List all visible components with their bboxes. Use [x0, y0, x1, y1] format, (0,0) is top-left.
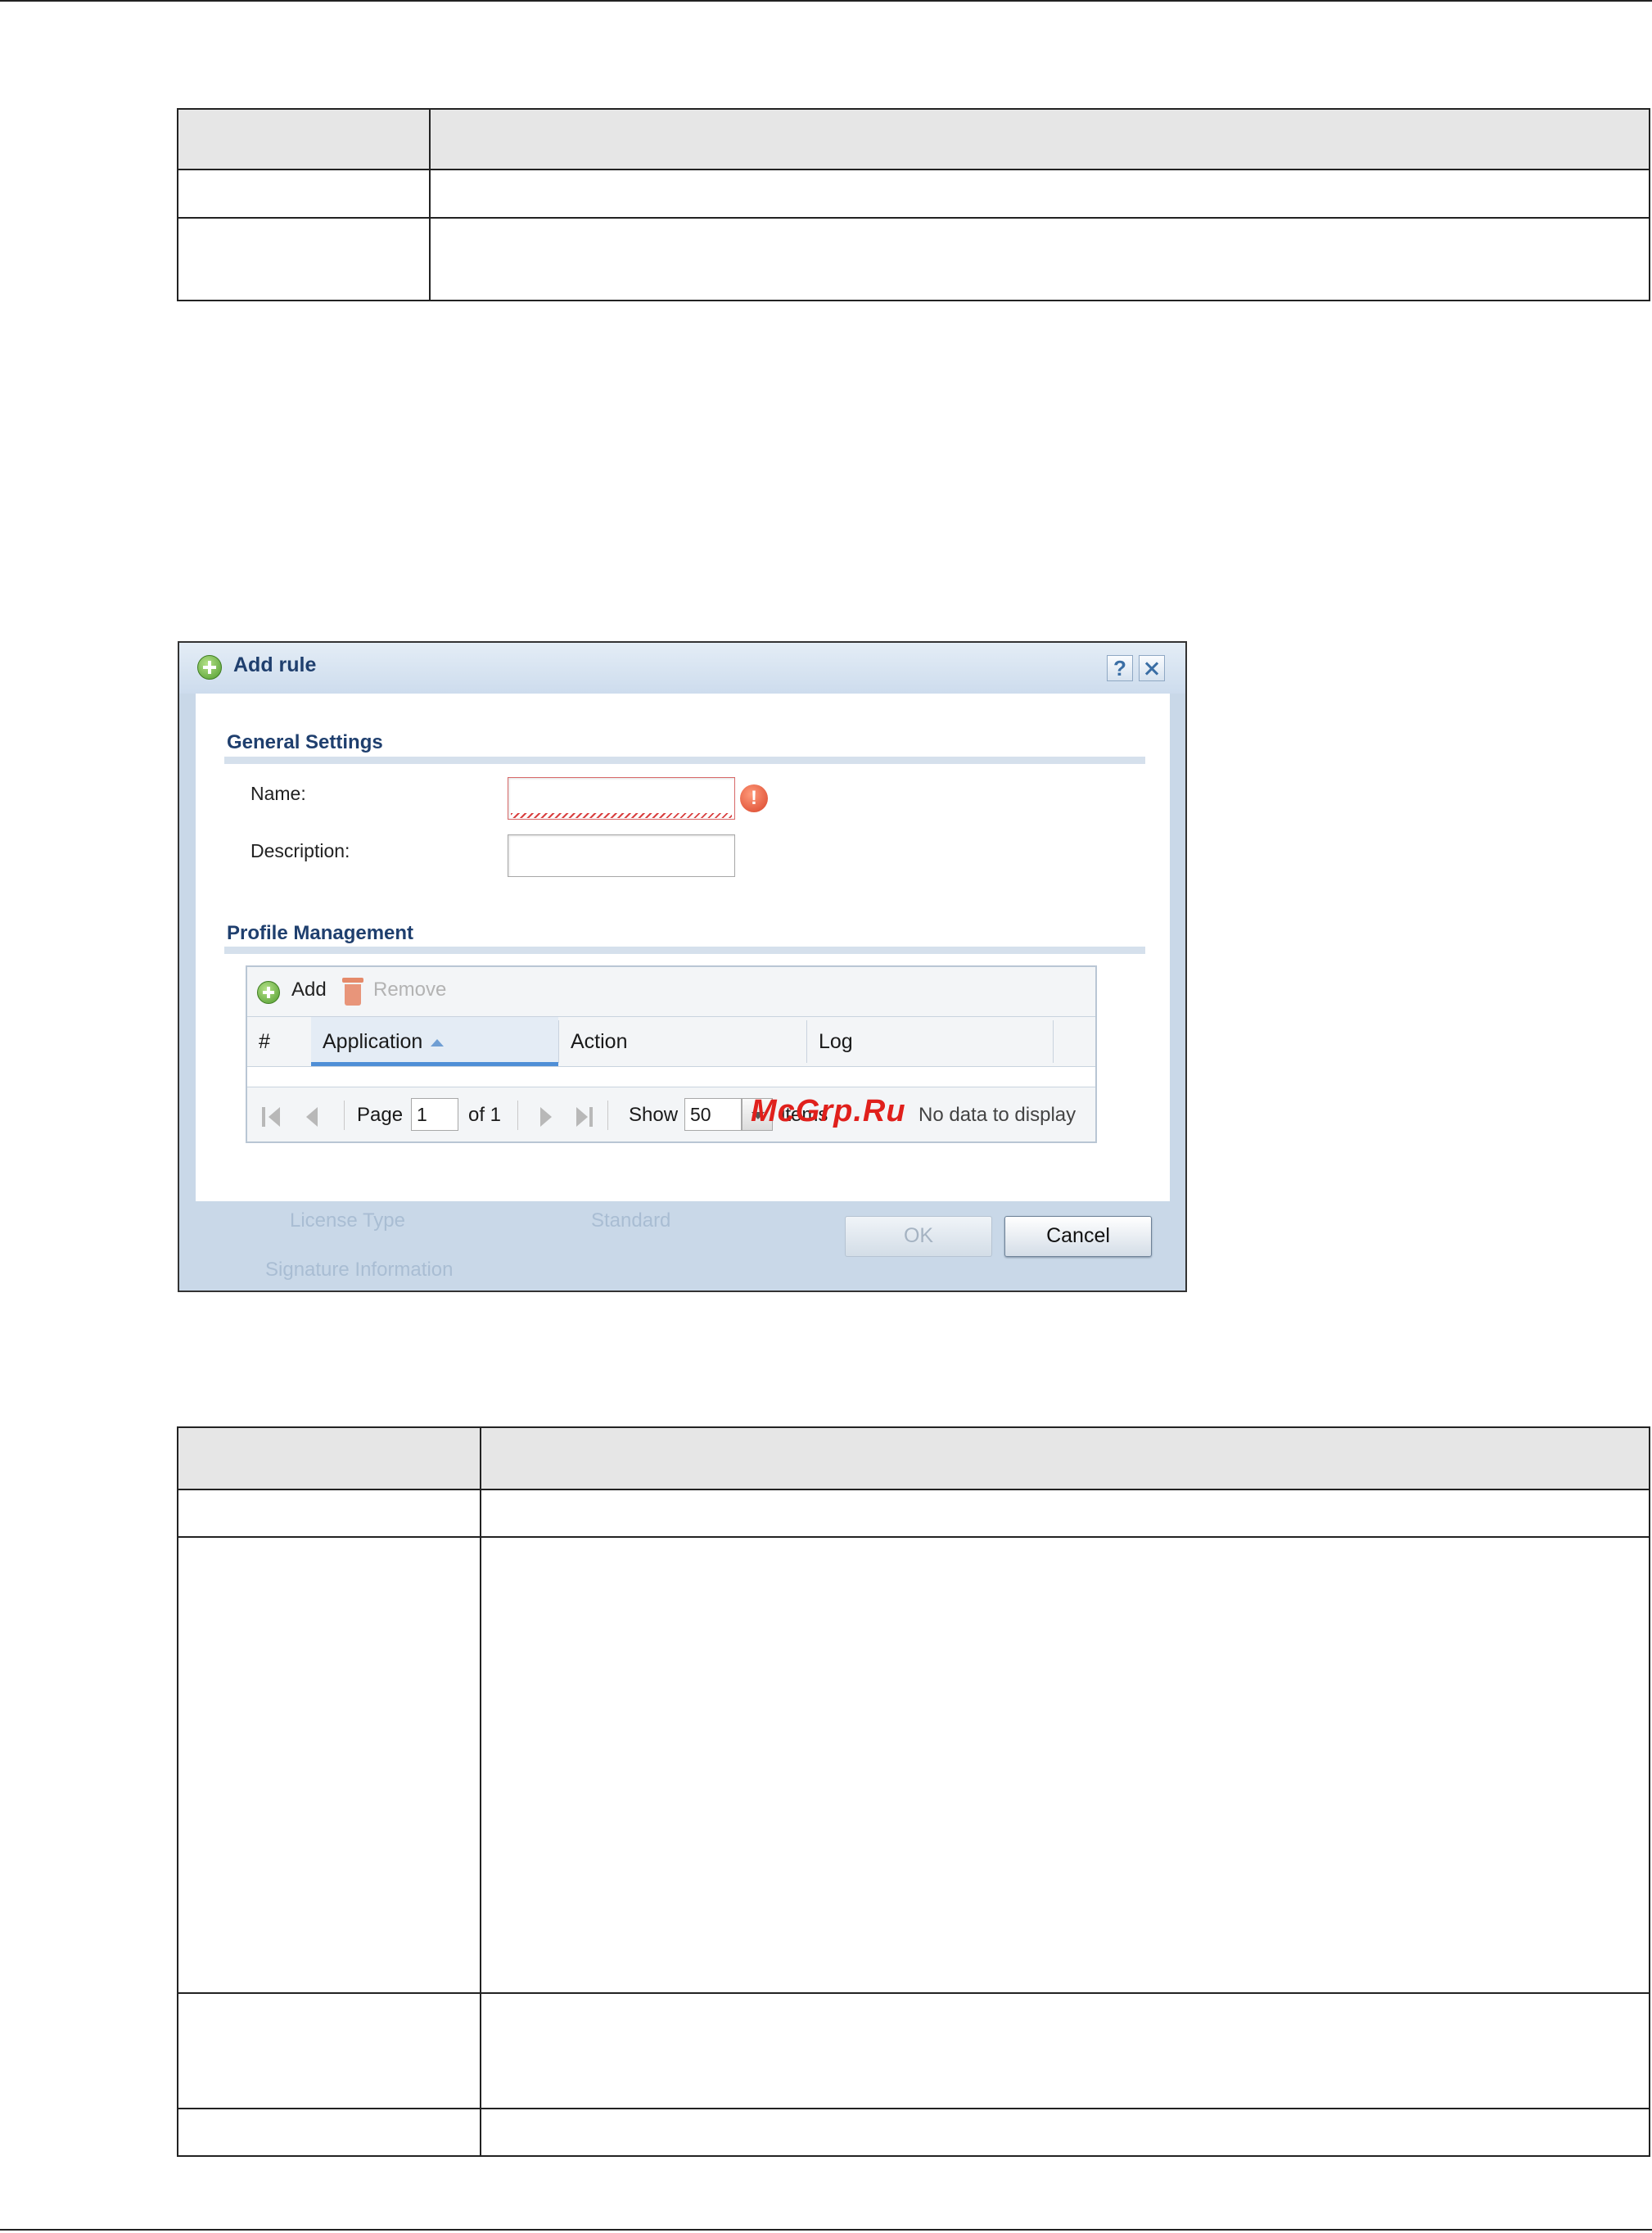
close-icon[interactable]: [1139, 655, 1165, 681]
add-icon: [197, 655, 222, 680]
page-bottom-rule: [0, 2229, 1652, 2231]
section-divider: [224, 757, 1145, 764]
watermark: McGrp.Ru: [751, 1094, 906, 1128]
section-divider: [224, 947, 1145, 954]
add-icon[interactable]: [257, 981, 280, 1004]
grid-toolbar: Add Remove: [247, 967, 1095, 1017]
page-label: Page: [357, 1104, 404, 1126]
description-input[interactable]: [508, 834, 735, 877]
table-row: [178, 169, 1649, 170]
table-column-divider: [429, 110, 431, 300]
profile-grid: Add Remove # Application Action Log Page…: [246, 965, 1097, 1143]
remove-button[interactable]: Remove: [373, 979, 446, 1001]
grid-pager: Page 1 of 1 Show 50 items No data to dis…: [247, 1087, 1095, 1141]
background-license-type: License Type: [290, 1209, 405, 1232]
pager-separator: [344, 1101, 345, 1130]
page-top-rule: [0, 0, 1652, 2]
table-row: [178, 2108, 1649, 2109]
column-header-action[interactable]: Action: [559, 1017, 806, 1066]
table-row: [178, 217, 1649, 219]
page-size-input[interactable]: 50: [684, 1098, 742, 1131]
column-header-number[interactable]: #: [247, 1017, 311, 1066]
background-signature-info: Signature Information: [265, 1259, 454, 1281]
bottom-description-table: [177, 1426, 1650, 2157]
name-label: Name:: [251, 783, 306, 804]
general-settings-title: General Settings: [227, 731, 383, 753]
validation-squiggle: [511, 813, 732, 818]
dialog-title: Add rule: [233, 653, 317, 676]
page-number-input[interactable]: 1: [411, 1098, 458, 1131]
ok-button[interactable]: OK: [845, 1216, 992, 1257]
table-row: [178, 1489, 1649, 1490]
table-header-row: [178, 110, 1649, 169]
pager-separator: [607, 1101, 608, 1130]
description-label: Description:: [251, 840, 350, 861]
next-page-icon[interactable]: [535, 1105, 557, 1128]
grid-header: # Application Action Log: [247, 1017, 1095, 1067]
top-description-table: [177, 108, 1650, 301]
sort-ascending-icon: [431, 1038, 445, 1046]
table-header-row: [178, 1428, 1649, 1489]
page-count-label: of 1: [468, 1104, 502, 1126]
column-header-log[interactable]: Log: [807, 1017, 1053, 1066]
table-row: [178, 1536, 1649, 1538]
profile-management-title: Profile Management: [227, 922, 414, 944]
column-separator[interactable]: [1053, 1020, 1054, 1063]
show-label: Show: [629, 1104, 679, 1126]
first-page-icon[interactable]: [260, 1105, 282, 1128]
add-button[interactable]: Add: [291, 979, 327, 1001]
background-standard: Standard: [591, 1209, 671, 1232]
previous-page-icon[interactable]: [303, 1105, 324, 1128]
table-column-divider: [480, 1428, 481, 2155]
last-page-icon[interactable]: [573, 1105, 594, 1128]
table-row: [178, 1992, 1649, 1994]
pager-separator: [517, 1101, 518, 1130]
cancel-button[interactable]: Cancel: [1004, 1216, 1152, 1257]
error-icon[interactable]: !: [740, 784, 768, 812]
column-header-application[interactable]: Application: [311, 1017, 558, 1066]
dialog-titlebar[interactable]: Add rule ?: [179, 643, 1185, 694]
trash-icon: [342, 978, 363, 1006]
help-button[interactable]: ?: [1107, 655, 1133, 681]
column-header-label: Application: [323, 1030, 423, 1053]
empty-message: No data to display: [919, 1104, 1077, 1126]
